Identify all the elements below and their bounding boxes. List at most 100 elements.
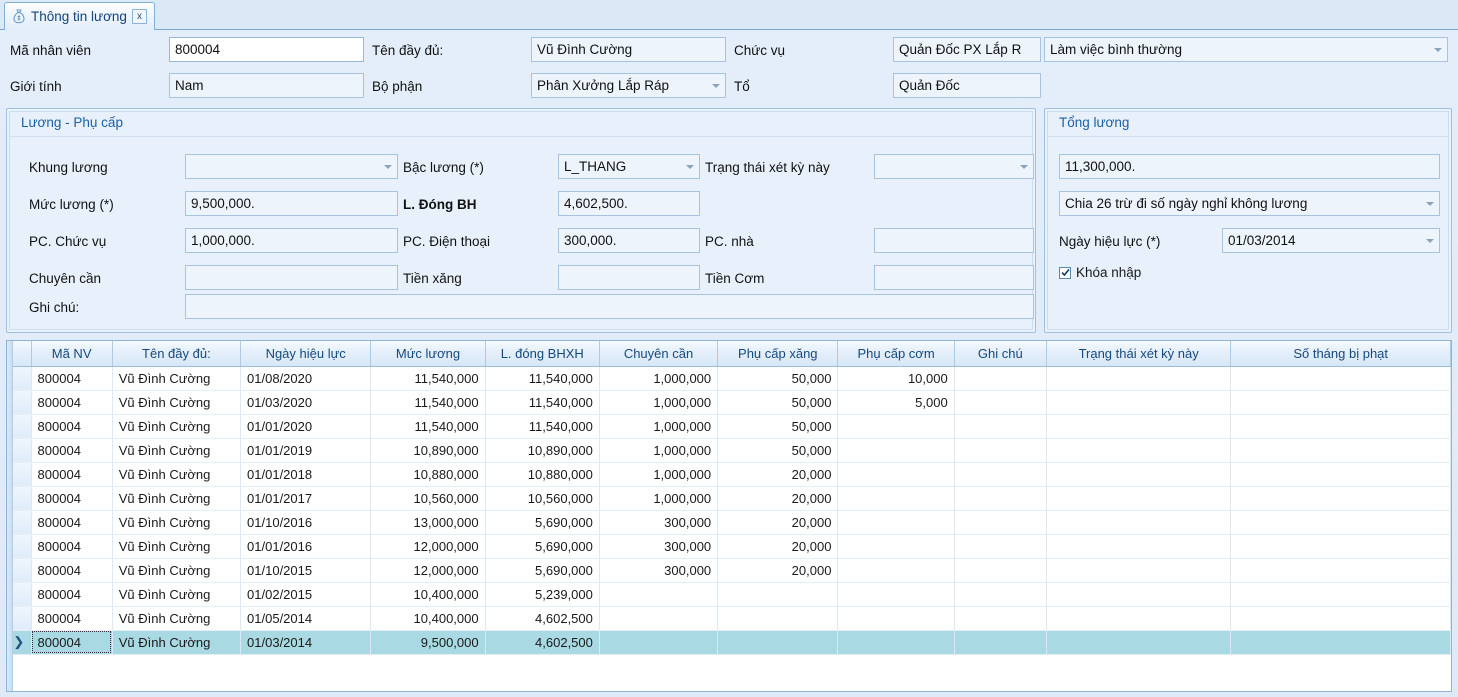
cell-0-6[interactable]: 50,000	[717, 366, 839, 391]
cell-8-3[interactable]: 12,000,000	[370, 558, 486, 583]
cell-9-7[interactable]	[837, 582, 955, 607]
table-row[interactable]: 800004 Vũ Đình Cường 01/08/2020 11,540,000 1…	[7, 366, 1451, 391]
table-row[interactable]: 800004 Vũ Đình Cường 01/01/2018 10,880,000 1…	[7, 462, 1451, 487]
pc-position-input[interactable]: 1,000,000.	[185, 228, 398, 253]
column-header-2[interactable]: Ngày hiệu lực	[240, 341, 372, 367]
cell-1-6[interactable]: 50,000	[717, 390, 839, 415]
cell-7-0[interactable]: 800004	[31, 534, 113, 559]
cell-6-8[interactable]	[954, 510, 1047, 535]
cell-0-4[interactable]: 11,540,000	[485, 366, 600, 391]
cell-2-9[interactable]	[1046, 414, 1232, 439]
cell-9-2[interactable]: 01/02/2015	[240, 582, 372, 607]
column-header-5[interactable]: Chuyên cần	[599, 341, 719, 367]
cell-3-10[interactable]	[1230, 438, 1451, 463]
cell-6-1[interactable]: Vũ Đình Cường	[112, 510, 242, 535]
cell-9-5[interactable]	[599, 582, 719, 607]
cell-7-1[interactable]: Vũ Đình Cường	[112, 534, 242, 559]
column-header-6[interactable]: Phụ cấp xăng	[717, 341, 839, 367]
cell-11-10[interactable]	[1230, 630, 1451, 655]
cell-1-4[interactable]: 11,540,000	[485, 390, 600, 415]
cell-7-3[interactable]: 12,000,000	[370, 534, 486, 559]
cell-7-8[interactable]	[954, 534, 1047, 559]
cell-7-2[interactable]: 01/01/2016	[240, 534, 372, 559]
table-row[interactable]: 800004 Vũ Đình Cường 01/01/2017 10,560,000 1…	[7, 486, 1451, 511]
cell-10-3[interactable]: 10,400,000	[370, 606, 486, 631]
column-header-0[interactable]: Mã NV	[31, 341, 113, 367]
row-marker[interactable]	[7, 558, 32, 583]
salary-level-input[interactable]: 9,500,000.	[185, 191, 398, 216]
cell-10-5[interactable]	[599, 606, 719, 631]
row-marker[interactable]: ❯	[7, 630, 32, 655]
cell-0-3[interactable]: 11,540,000	[370, 366, 486, 391]
cell-5-6[interactable]: 20,000	[717, 486, 839, 511]
cell-7-7[interactable]	[837, 534, 955, 559]
cell-4-1[interactable]: Vũ Đình Cường	[112, 462, 242, 487]
column-header-9[interactable]: Trạng thái xét kỳ này	[1046, 341, 1232, 367]
salary-grade-select[interactable]: L_THANG	[558, 154, 700, 179]
cell-11-1[interactable]: Vũ Đình Cường	[112, 630, 242, 655]
cell-0-10[interactable]	[1230, 366, 1451, 391]
cell-7-4[interactable]: 5,690,000	[485, 534, 600, 559]
cell-9-1[interactable]: Vũ Đình Cường	[112, 582, 242, 607]
row-marker[interactable]	[7, 462, 32, 487]
gender-input[interactable]: Nam	[169, 73, 364, 98]
cell-2-1[interactable]: Vũ Đình Cường	[112, 414, 242, 439]
table-row[interactable]: 800004 Vũ Đình Cường 01/02/2015 10,400,000 5…	[7, 582, 1451, 607]
table-row[interactable]: 800004 Vũ Đình Cường 01/01/2016 12,000,000 5…	[7, 534, 1451, 559]
row-marker[interactable]	[7, 606, 32, 631]
cell-1-1[interactable]: Vũ Đình Cường	[112, 390, 242, 415]
cell-3-0[interactable]: 800004	[31, 438, 113, 463]
salary-frame-select[interactable]	[185, 154, 398, 179]
cell-3-8[interactable]	[954, 438, 1047, 463]
cell-2-0[interactable]: 800004	[31, 414, 113, 439]
cell-2-4[interactable]: 11,540,000	[485, 414, 600, 439]
column-header-8[interactable]: Ghi chú	[954, 341, 1047, 367]
tab-thong-tin-luong[interactable]: Thông tin lương x	[4, 2, 155, 30]
cell-4-8[interactable]	[954, 462, 1047, 487]
cell-11-5[interactable]	[599, 630, 719, 655]
cell-1-10[interactable]	[1230, 390, 1451, 415]
cell-0-9[interactable]	[1046, 366, 1232, 391]
cell-6-5[interactable]: 300,000	[599, 510, 719, 535]
cell-6-0[interactable]: 800004	[31, 510, 113, 535]
cell-1-0[interactable]: 800004	[31, 390, 113, 415]
row-marker[interactable]	[7, 486, 32, 511]
cell-10-2[interactable]: 01/05/2014	[240, 606, 372, 631]
cell-10-4[interactable]: 4,602,500	[485, 606, 600, 631]
petrol-input[interactable]	[558, 265, 700, 290]
cell-3-6[interactable]: 50,000	[717, 438, 839, 463]
salary-history-grid[interactable]: Mã NV Tên đầy đủ: Ngày hiệu lực Mức lương L.…	[6, 340, 1452, 692]
cell-7-9[interactable]	[1046, 534, 1232, 559]
cell-5-5[interactable]: 1,000,000	[599, 486, 719, 511]
table-row[interactable]: 800004 Vũ Đình Cường 01/01/2020 11,540,000 1…	[7, 414, 1451, 439]
lock-input-checkbox[interactable]: Khóa nhập	[1059, 265, 1141, 280]
cell-1-8[interactable]	[954, 390, 1047, 415]
cell-4-9[interactable]	[1046, 462, 1232, 487]
cell-3-9[interactable]	[1046, 438, 1232, 463]
cell-2-2[interactable]: 01/01/2020	[240, 414, 372, 439]
table-row[interactable]: 800004 Vũ Đình Cường 01/10/2015 12,000,000 5…	[7, 558, 1451, 583]
row-marker[interactable]	[7, 582, 32, 607]
diligence-input[interactable]	[185, 265, 398, 290]
cell-2-3[interactable]: 11,540,000	[370, 414, 486, 439]
team-input[interactable]: Quản Đốc	[893, 73, 1041, 98]
cell-3-1[interactable]: Vũ Đình Cường	[112, 438, 242, 463]
cell-8-0[interactable]: 800004	[31, 558, 113, 583]
insurance-input[interactable]: 4,602,500.	[558, 191, 700, 216]
cell-11-6[interactable]	[717, 630, 839, 655]
cell-9-6[interactable]	[717, 582, 839, 607]
cell-10-0[interactable]: 800004	[31, 606, 113, 631]
cell-2-10[interactable]	[1230, 414, 1451, 439]
cell-3-7[interactable]	[837, 438, 955, 463]
cell-5-10[interactable]	[1230, 486, 1451, 511]
cell-0-8[interactable]	[954, 366, 1047, 391]
cell-10-7[interactable]	[837, 606, 955, 631]
cell-6-7[interactable]	[837, 510, 955, 535]
cell-10-6[interactable]	[717, 606, 839, 631]
cell-1-7[interactable]: 5,000	[837, 390, 955, 415]
cell-8-1[interactable]: Vũ Đình Cường	[112, 558, 242, 583]
cell-11-8[interactable]	[954, 630, 1047, 655]
cell-5-7[interactable]	[837, 486, 955, 511]
cell-4-5[interactable]: 1,000,000	[599, 462, 719, 487]
cell-5-3[interactable]: 10,560,000	[370, 486, 486, 511]
